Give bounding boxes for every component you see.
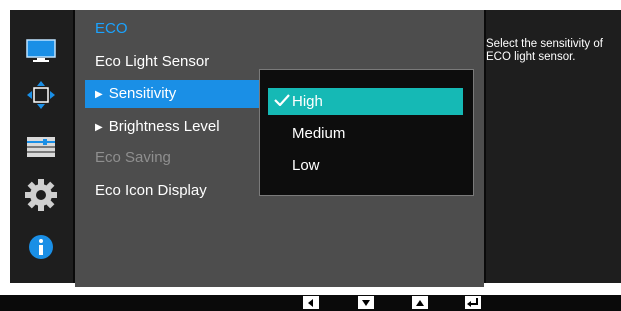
sensitivity-submenu: High Medium Low <box>259 69 474 196</box>
help-panel: Select the sensitivity of ECO light sens… <box>486 10 621 283</box>
left-arrow-key-icon[interactable] <box>303 296 319 309</box>
eco-menu-panel: ECO Eco Light Sensor ▶ Sensitivity ▶ Brigh… <box>75 10 484 287</box>
help-text: Select the sensitivity of ECO light sens… <box>486 38 603 63</box>
up-arrow-key-icon[interactable] <box>412 296 428 309</box>
option-low[interactable]: Low <box>268 152 463 179</box>
menu-item-eco-light-sensor[interactable]: Eco Light Sensor <box>85 48 265 76</box>
menu-item-label: Sensitivity <box>108 85 177 102</box>
monitor-icon[interactable] <box>24 36 58 66</box>
sidebar <box>10 10 73 283</box>
gear-icon[interactable] <box>24 179 58 211</box>
position-icon[interactable] <box>24 80 58 110</box>
submenu-arrow-icon: ▶ <box>95 89 103 100</box>
menu-item-label: Eco Light Sensor <box>95 53 210 70</box>
settings-sliders-icon[interactable] <box>24 132 58 162</box>
info-icon[interactable] <box>24 232 58 262</box>
menu-item-brightness-level[interactable]: ▶ Brightness Level <box>85 113 265 141</box>
option-label: Medium <box>292 125 346 142</box>
menu-item-label: Eco Icon Display <box>95 182 207 199</box>
checkmark-icon <box>274 88 290 115</box>
option-label: Low <box>292 157 320 174</box>
menu-item-label: Brightness Level <box>108 118 220 135</box>
option-label: High <box>292 93 323 110</box>
submenu-arrow-icon: ▶ <box>95 122 103 133</box>
menu-item-label: Eco Saving <box>95 149 171 166</box>
menu-item-eco-saving: Eco Saving <box>85 144 265 172</box>
down-arrow-key-icon[interactable] <box>358 296 374 309</box>
menu-item-sensitivity[interactable]: ▶ Sensitivity <box>85 80 265 108</box>
menu-title: ECO <box>95 20 128 37</box>
menu-item-eco-icon-display[interactable]: Eco Icon Display <box>85 177 265 205</box>
option-medium[interactable]: Medium <box>268 120 463 147</box>
nav-key-bar <box>0 295 621 311</box>
option-high[interactable]: High <box>268 88 463 115</box>
enter-key-icon[interactable] <box>465 296 481 309</box>
